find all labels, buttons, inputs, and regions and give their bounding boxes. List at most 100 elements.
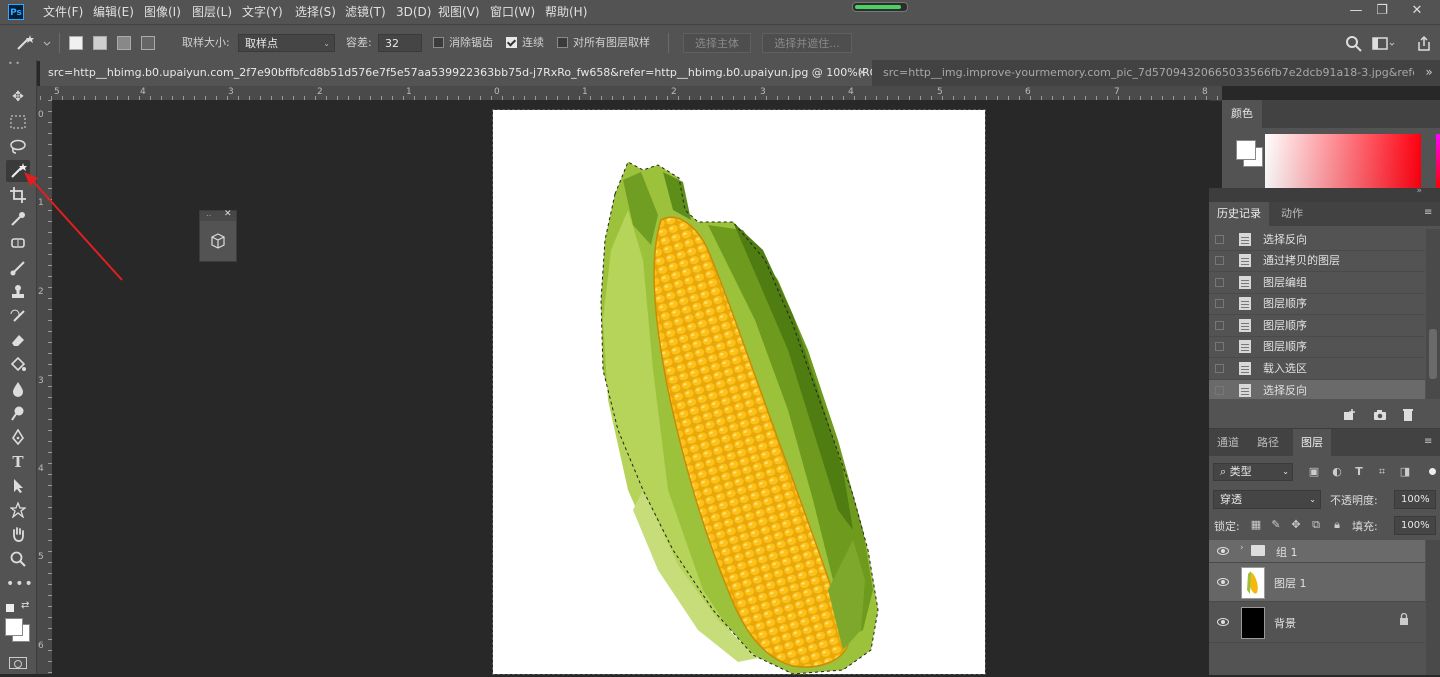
hue-slider[interactable] (1436, 134, 1440, 188)
select-subject-button[interactable]: 选择主体 (683, 33, 751, 53)
visibility-eye-icon[interactable] (1217, 618, 1229, 626)
history-item[interactable]: 选择反向 (1209, 229, 1425, 251)
swap-colors-icon[interactable]: ⇄ (21, 601, 31, 611)
color-panel-title[interactable]: 颜色 (1222, 100, 1262, 130)
history-brush-tool-icon[interactable] (6, 305, 30, 327)
visibility-eye-icon[interactable] (1217, 578, 1229, 586)
scrollbar-thumb[interactable] (1429, 329, 1437, 379)
tab-layers[interactable]: 图层 (1293, 429, 1331, 456)
new-document-from-state-icon[interactable] (1343, 409, 1357, 421)
tab-actions[interactable]: 动作 (1273, 202, 1311, 226)
layer-row-background[interactable]: 背景 (1209, 602, 1425, 643)
new-selection-button[interactable] (69, 36, 83, 50)
snapshot-camera-icon[interactable] (1373, 409, 1387, 421)
menu-window[interactable]: 窗口(W) (490, 4, 535, 20)
zoom-tool-icon[interactable] (6, 548, 30, 570)
history-item[interactable]: 通过拷贝的图层 (1209, 250, 1425, 272)
lock-image-icon[interactable]: ✎ (1269, 518, 1283, 532)
menu-3d[interactable]: 3D(D) (396, 4, 431, 20)
lock-artboard-icon[interactable]: ⧉ (1309, 518, 1323, 532)
lasso-tool-icon[interactable] (6, 136, 30, 158)
trash-icon[interactable] (1402, 408, 1414, 421)
filter-type-icon[interactable]: T (1352, 465, 1366, 479)
select-and-mask-button[interactable]: 选择并遮住... (762, 33, 852, 53)
tab-channels[interactable]: 通道 (1209, 431, 1247, 455)
sample-size-select[interactable]: 取样点 ⌄ (238, 34, 335, 52)
panel-grip-bar[interactable]: » (1209, 186, 1440, 202)
more-tools-icon[interactable]: ••• (6, 573, 33, 595)
tool-preset-picker[interactable] (8, 33, 52, 53)
antialias-checkbox[interactable] (433, 37, 444, 48)
restore-button[interactable]: ❐ (1373, 3, 1391, 19)
foreground-color-swatch[interactable] (1236, 140, 1256, 160)
history-scrollbar[interactable] (1426, 229, 1440, 399)
tolerance-input[interactable]: 32 (378, 34, 422, 52)
floating-panel-header[interactable]: ‥ ✕ (200, 209, 236, 221)
history-item-selected[interactable]: 选择反向 (1209, 380, 1425, 399)
floating-panel[interactable]: ‥ ✕ (199, 209, 237, 262)
history-item[interactable]: 图层顺序 (1209, 336, 1425, 358)
custom-shape-tool-icon[interactable] (6, 499, 30, 521)
foreground-color-swatch[interactable] (5, 618, 23, 636)
visibility-eye-icon[interactable] (1217, 547, 1229, 555)
expand-chevron-icon[interactable]: › (1240, 543, 1244, 553)
minimize-button[interactable]: — (1347, 3, 1365, 19)
panel-menu-icon[interactable]: ≡ (1424, 437, 1436, 447)
filter-adjustment-icon[interactable]: ◐ (1330, 465, 1344, 479)
menu-type[interactable]: 文字(Y) (242, 4, 283, 20)
dodge-tool-icon[interactable] (6, 402, 30, 424)
document-tab-inactive[interactable]: src=http__img.improve-yourmemory.com_pic… (874, 60, 1414, 86)
filter-shape-icon[interactable]: ⌗ (1375, 465, 1389, 479)
contiguous-checkbox[interactable] (506, 37, 517, 48)
pen-tool-icon[interactable] (6, 426, 30, 448)
layers-scrollbar[interactable] (1426, 540, 1440, 675)
history-item[interactable]: 图层顺序 (1209, 315, 1425, 337)
hand-tool-icon[interactable] (6, 523, 30, 545)
default-colors-icon[interactable] (5, 603, 15, 613)
collapse-icon[interactable]: » (1416, 186, 1422, 196)
menu-view[interactable]: 视图(V) (438, 4, 480, 20)
menu-select[interactable]: 选择(S) (295, 4, 336, 20)
menu-filter[interactable]: 滤镜(T) (345, 4, 386, 20)
panel-grip[interactable]: • • (8, 60, 28, 68)
filter-toggle[interactable] (1429, 468, 1436, 475)
close-icon[interactable]: ✕ (224, 209, 232, 219)
all-layers-checkbox[interactable] (557, 37, 568, 48)
intersect-selection-button[interactable] (141, 36, 155, 50)
paint-bucket-tool-icon[interactable] (6, 353, 30, 375)
add-selection-button[interactable] (93, 36, 107, 50)
close-button[interactable]: ✕ (1408, 3, 1426, 19)
blend-mode-select[interactable]: 穿透 ⌄ (1213, 490, 1321, 509)
layer-filter-select[interactable]: ⌕ 类型 ⌄ (1213, 463, 1293, 481)
workspace-icon[interactable] (1372, 36, 1396, 52)
move-tool-icon[interactable]: ✥ (6, 86, 30, 108)
collapse-icon[interactable]: ‥ (206, 209, 211, 218)
search-icon[interactable] (1345, 35, 1363, 53)
marquee-tool-icon[interactable] (6, 111, 30, 133)
type-tool-icon[interactable]: T (6, 451, 30, 473)
quick-mask-icon[interactable] (9, 657, 27, 669)
share-icon[interactable] (1416, 35, 1432, 53)
document-canvas[interactable] (492, 109, 986, 675)
menu-edit[interactable]: 编辑(E) (93, 4, 134, 20)
eraser-tool-icon[interactable] (6, 329, 30, 351)
path-selection-tool-icon[interactable] (6, 475, 30, 497)
close-tab-icon[interactable]: × (855, 65, 869, 79)
menu-image[interactable]: 图像(I) (144, 4, 181, 20)
menu-help[interactable]: 帮助(H) (545, 4, 587, 20)
color-field[interactable] (1265, 134, 1421, 188)
subtract-selection-button[interactable] (117, 36, 131, 50)
filter-smart-object-icon[interactable]: ◨ (1398, 465, 1412, 479)
menu-file[interactable]: 文件(F) (43, 4, 83, 20)
history-item[interactable]: 图层顺序 (1209, 293, 1425, 315)
filter-pixel-icon[interactable]: ▣ (1307, 465, 1321, 479)
opacity-input[interactable]: 100% (1394, 490, 1436, 509)
layer-row-image[interactable]: 图层 1 (1209, 563, 1425, 602)
history-item[interactable]: 载入选区 (1209, 358, 1425, 380)
lock-position-icon[interactable]: ✥ (1289, 518, 1303, 532)
3d-cube-icon[interactable] (210, 233, 226, 249)
panel-menu-icon[interactable]: ≡ (1424, 208, 1436, 218)
lock-all-icon[interactable]: 🔒︎ (1330, 518, 1344, 532)
document-tab-active[interactable]: src=http__hbimg.b0.upaiyun.com_2f7e90bff… (40, 60, 872, 86)
layer-row-group[interactable]: › 组 1 (1209, 540, 1425, 563)
